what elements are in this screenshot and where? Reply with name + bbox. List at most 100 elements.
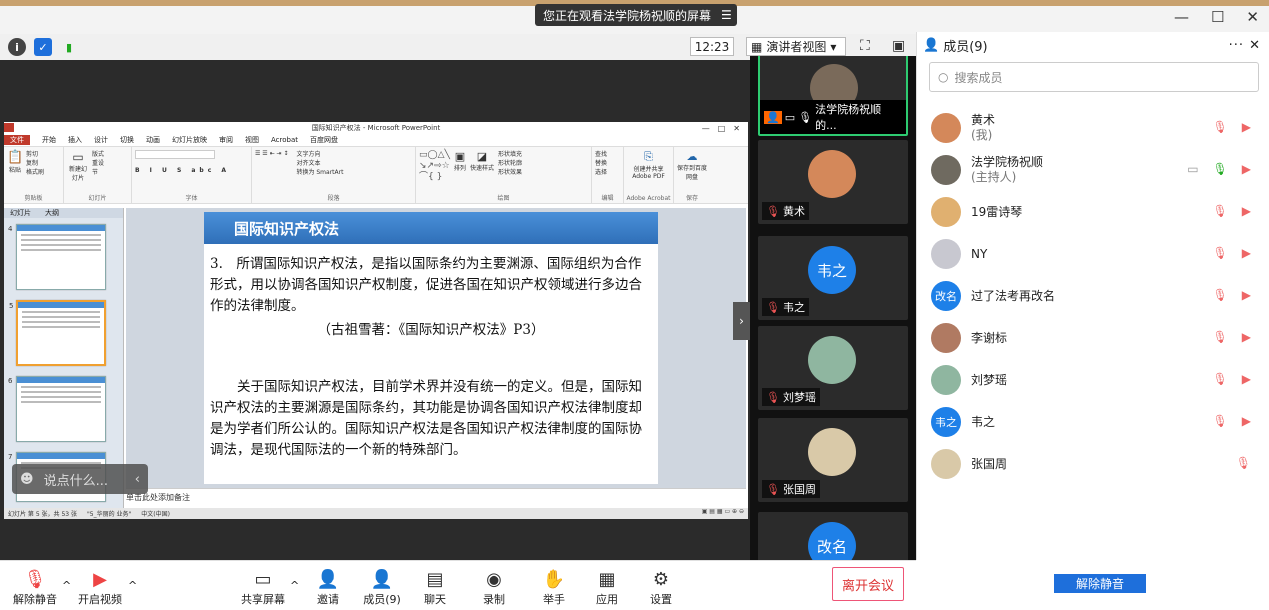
- section-button[interactable]: 节: [92, 168, 104, 177]
- select-button[interactable]: 选择: [595, 168, 620, 177]
- settings-button[interactable]: ⚙ 设置: [636, 569, 686, 607]
- member-row[interactable]: 改名 过了法考再改名 🎙 ▶: [931, 276, 1261, 316]
- arrange-button[interactable]: ▣ 排列: [454, 150, 466, 183]
- video-tile[interactable]: 🎙 黄术: [758, 140, 908, 224]
- member-row[interactable]: 法学院杨祝顺 (主持人) ▭ 🎙 ▶: [931, 150, 1261, 190]
- chat-input-bubble[interactable]: ☻ 说点什么... ‹: [12, 464, 148, 494]
- slide-thumb-5[interactable]: 5: [9, 300, 106, 366]
- maximize-button[interactable]: ☐: [1211, 8, 1224, 26]
- chevron-up-icon[interactable]: ^: [62, 579, 71, 592]
- ppt-tab-baidu[interactable]: 百度网盘: [310, 135, 338, 145]
- start-video-button[interactable]: ▶ 开启视频: [75, 569, 125, 607]
- slide-thumb-6[interactable]: 6: [8, 376, 106, 442]
- create-pdf-button[interactable]: ⎘ 创建并共享 Adobe PDF: [627, 150, 670, 180]
- ppt-tab-animations[interactable]: 动画: [146, 135, 160, 145]
- ppt-tab-view[interactable]: 视图: [245, 135, 259, 145]
- member-row[interactable]: 刘梦瑶 🎙 ▶: [931, 360, 1261, 400]
- video-tile[interactable]: 👤 ▭ 🎙 法学院杨祝顺的...: [758, 56, 908, 136]
- view-mode-select[interactable]: ▦ 演讲者视图 ▾: [746, 37, 846, 56]
- mic-off-icon[interactable]: 🎙: [1213, 414, 1228, 428]
- ppt-tab-review[interactable]: 审阅: [219, 135, 233, 145]
- member-row[interactable]: 韦之 韦之 🎙 ▶: [931, 402, 1261, 442]
- video-tile[interactable]: 韦之 🎙 韦之: [758, 236, 908, 320]
- unmute-all-button[interactable]: 解除静音: [1054, 574, 1146, 593]
- shape-fill-button[interactable]: 形状填充: [498, 150, 522, 159]
- unmute-button[interactable]: 🎙 解除静音: [10, 569, 60, 607]
- members-button[interactable]: 👤 成员(9): [357, 569, 407, 607]
- ppt-window-controls[interactable]: — □ ✕: [702, 123, 740, 134]
- member-row[interactable]: NY 🎙 ▶: [931, 234, 1261, 274]
- collapse-video-button[interactable]: ›: [733, 302, 750, 340]
- camera-off-icon[interactable]: ▶: [1242, 120, 1251, 134]
- member-row[interactable]: 19雷诗琴 🎙 ▶: [931, 192, 1261, 232]
- format-painter-button[interactable]: 格式刷: [26, 168, 44, 177]
- chevron-up-icon[interactable]: ^: [128, 579, 137, 592]
- member-row[interactable]: 张国周 🎙: [931, 444, 1261, 484]
- mic-off-icon[interactable]: 🎙: [1213, 246, 1228, 260]
- shape-effects-button[interactable]: 形状效果: [498, 168, 522, 177]
- ppt-tab-insert[interactable]: 插入: [68, 135, 82, 145]
- mic-off-icon[interactable]: 🎙: [1213, 372, 1228, 386]
- close-button[interactable]: ✕: [1246, 8, 1259, 26]
- text-direction-button[interactable]: 文字方向: [296, 150, 343, 159]
- mic-off-icon[interactable]: 🎙: [1213, 288, 1228, 302]
- mic-off-icon[interactable]: 🎙: [1236, 456, 1251, 470]
- fullscreen-icon[interactable]: ⛶: [860, 38, 870, 54]
- info-icon[interactable]: i: [8, 38, 26, 56]
- font-format-buttons[interactable]: B I U S abc A: [135, 167, 248, 174]
- align-text-button[interactable]: 对齐文本: [296, 159, 343, 168]
- ppt-tab-file[interactable]: 文件: [4, 135, 30, 145]
- ppt-tab-slideshow[interactable]: 幻灯片放映: [172, 135, 207, 145]
- cut-button[interactable]: 剪切: [26, 150, 44, 159]
- camera-off-icon[interactable]: ▶: [1242, 288, 1251, 302]
- layout-button[interactable]: 版式: [92, 150, 104, 159]
- camera-off-icon[interactable]: ▶: [1242, 330, 1251, 344]
- member-row[interactable]: 李谢标 🎙 ▶: [931, 318, 1261, 358]
- find-button[interactable]: 查找: [595, 150, 620, 159]
- camera-off-icon[interactable]: ▶: [1242, 372, 1251, 386]
- raise-hand-button[interactable]: ✋ 举手: [529, 569, 579, 607]
- share-screen-button[interactable]: ▭ 共享屏幕: [238, 569, 288, 607]
- chevron-up-icon[interactable]: ^: [290, 579, 299, 592]
- ppt-tab-acrobat[interactable]: Acrobat: [271, 136, 298, 144]
- signal-icon[interactable]: ▮: [60, 38, 78, 56]
- chat-button[interactable]: ▤ 聊天: [410, 569, 460, 607]
- mic-off-icon[interactable]: 🎙: [1213, 330, 1228, 344]
- share-banner[interactable]: 您正在观看法学院杨祝顺的屏幕 ☰: [535, 4, 737, 26]
- replace-button[interactable]: 替换: [595, 159, 620, 168]
- copy-button[interactable]: 复制: [26, 159, 44, 168]
- leave-meeting-button[interactable]: 离开会议: [832, 567, 904, 601]
- member-search-input[interactable]: ○ 搜索成员: [929, 62, 1259, 92]
- camera-off-icon[interactable]: ▶: [1242, 414, 1251, 428]
- apps-button[interactable]: ▦ 应用: [582, 569, 632, 607]
- mic-on-icon[interactable]: 🎙: [1213, 162, 1228, 176]
- shapes-gallery[interactable]: ▭◯△╲ ↘↗⇨☆ ⌒{ }: [419, 150, 450, 183]
- minimize-button[interactable]: —: [1174, 8, 1189, 26]
- chevron-left-icon[interactable]: ‹: [135, 472, 140, 487]
- tab-outline[interactable]: 大纲: [45, 208, 59, 218]
- mic-off-icon[interactable]: 🎙: [1213, 204, 1228, 218]
- video-tile[interactable]: 🎙 刘梦瑶: [758, 326, 908, 410]
- ppt-tab-design[interactable]: 设计: [94, 135, 108, 145]
- list-icons[interactable]: ☰ ☰ ⇤ ⇥ ↕: [255, 150, 288, 177]
- smartart-button[interactable]: 转换为 SmartArt: [296, 168, 343, 177]
- invite-button[interactable]: 👤 邀请: [303, 569, 353, 607]
- slide-thumb-4[interactable]: 4: [8, 224, 106, 290]
- camera-off-icon[interactable]: ▶: [1242, 204, 1251, 218]
- paste-button[interactable]: 📋 粘贴: [7, 150, 23, 177]
- ppt-tab-home[interactable]: 开始: [42, 135, 56, 145]
- video-tile[interactable]: 改名: [758, 512, 908, 560]
- more-icon[interactable]: ··· ✕: [1229, 38, 1261, 53]
- save-baidu-button[interactable]: ☁ 保存到百度网盘: [677, 150, 707, 181]
- view-buttons[interactable]: ▣ ▤ ▦ ▭ ⊕ ⊖: [702, 508, 744, 515]
- current-slide[interactable]: 国际知识产权法 3. 所谓国际知识产权法，是指以国际条约为主要渊源、国际组织为合…: [204, 212, 658, 484]
- tab-slides[interactable]: 幻灯片: [10, 208, 31, 218]
- ppt-tab-transitions[interactable]: 切换: [120, 135, 134, 145]
- font-name-select[interactable]: [135, 150, 215, 159]
- shape-outline-button[interactable]: 形状轮廓: [498, 159, 522, 168]
- camera-off-icon[interactable]: ▶: [1242, 246, 1251, 260]
- quick-styles-button[interactable]: ◪ 快速样式: [470, 150, 494, 183]
- camera-off-icon[interactable]: ▶: [1242, 162, 1251, 176]
- reset-button[interactable]: 重设: [92, 159, 104, 168]
- record-button[interactable]: ◉ 录制: [469, 569, 519, 607]
